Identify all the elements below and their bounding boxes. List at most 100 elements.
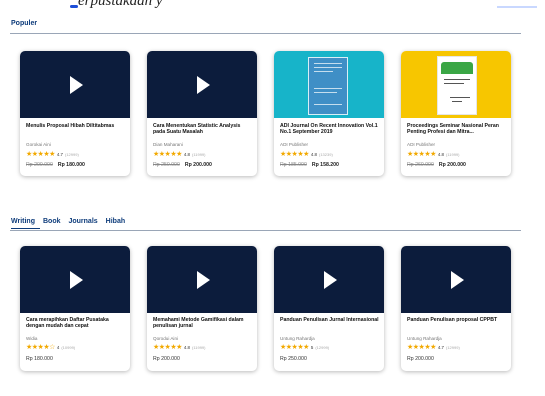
writing-card[interactable]: Panduan Penulisan Jurnal Internasional U… — [274, 246, 384, 371]
tab-book[interactable]: Book — [43, 218, 66, 229]
tab-journals[interactable]: Journals — [68, 218, 102, 229]
old-price: Rp 200.000 — [26, 162, 53, 168]
play-icon[interactable] — [70, 270, 83, 289]
rating-value: 4.7 — [56, 152, 63, 157]
review-count: (11999) — [192, 152, 206, 157]
writing-card[interactable]: Panduan Penulisan proposal CPPBT Untung … — [401, 246, 511, 371]
journal-thumbnail[interactable] — [274, 51, 384, 118]
current-price: Rp 200.000 — [184, 162, 212, 168]
author-name: ADI Publisher — [407, 142, 436, 147]
rating-value: 4 — [56, 345, 60, 350]
category-tabs: Writing Book Journals Hibah — [11, 218, 133, 229]
star-icons: ★★★★★ — [280, 151, 309, 158]
divider — [10, 230, 521, 231]
tab-hibah[interactable]: Hibah — [106, 218, 130, 229]
review-count: (11999) — [192, 345, 206, 350]
current-price: Rp 180.000 — [57, 162, 85, 168]
course-title: Proceedings Seminar Nasional Peran Penti… — [407, 123, 499, 135]
price: Rp 260.000 Rp 200.000 — [407, 162, 466, 168]
course-title: Cara merapihkan Daftar Pusataka dengan m… — [26, 317, 109, 329]
course-title: Menulis Proposal Hibah Diltitabmas — [26, 123, 115, 129]
author-name: Widia — [26, 336, 38, 341]
author-name: Qorodui Aini — [153, 336, 179, 341]
price: Rp 250.000 — [280, 356, 307, 362]
play-icon[interactable] — [324, 270, 337, 289]
top-right-bar — [497, 6, 537, 8]
writing-card[interactable]: Cara merapihkan Daftar Pusataka dengan m… — [20, 246, 130, 371]
star-icons: ★★★★★ — [280, 344, 309, 351]
rating: ★★★★★ 4.8 (13239) — [280, 151, 333, 158]
course-title: Cara Menentukan Statistic Analysis pada … — [153, 123, 241, 135]
popular-card[interactable]: Proceedings Seminar Nasional Peran Penti… — [401, 51, 511, 176]
author-name: Untung Rahardja — [280, 336, 315, 341]
current-price: Rp 250.000 — [280, 356, 307, 362]
rating: ★★★★★ 4.8 (11999) — [153, 344, 206, 351]
review-count: (13239) — [319, 152, 333, 157]
rating: ★★★★★ 4.7 (12999) — [407, 344, 460, 351]
top-text-fragment: erpustakaan y — [70, 0, 163, 10]
current-price: Rp 180.000 — [26, 356, 53, 362]
section-title-popular: Populer — [11, 20, 38, 27]
rating-value: 5 — [310, 345, 314, 350]
video-thumbnail[interactable] — [401, 246, 511, 313]
cursor-mark — [70, 5, 78, 8]
course-title: Memahami Metode Gamifikasi dalam penulis… — [153, 317, 244, 329]
price: Rp 185.000 Rp 158.200 — [280, 162, 339, 168]
current-price: Rp 158.200 — [311, 162, 339, 168]
rating: ★★★★★ 5 (12999) — [280, 344, 329, 351]
star-icons: ★★★★★ — [407, 344, 436, 351]
price: Rp 250.000 Rp 200.000 — [153, 162, 212, 168]
review-count: (12999) — [446, 345, 460, 350]
tab-writing[interactable]: Writing — [11, 218, 40, 229]
review-count: (10999) — [61, 345, 76, 350]
old-price: Rp 185.000 — [280, 162, 307, 168]
rating: ★★★★★ 4.8 (11999) — [407, 151, 460, 158]
review-count: (12999) — [315, 345, 330, 350]
price: Rp 200.000 — [153, 356, 180, 362]
popular-card[interactable]: Cara Menentukan Statistic Analysis pada … — [147, 51, 257, 176]
rating-value: 4.7 — [437, 345, 444, 350]
current-price: Rp 200.000 — [153, 356, 180, 362]
proceedings-cover-image — [437, 56, 477, 115]
rating: ★★★★★ 4.7 (12999) — [26, 151, 79, 158]
video-thumbnail[interactable] — [20, 246, 130, 313]
video-thumbnail[interactable] — [147, 51, 257, 118]
play-icon[interactable] — [70, 75, 83, 94]
author-name: Dian Maharani — [153, 142, 183, 147]
popular-card[interactable]: ADI Journal On Recent Innovation Vol.1 N… — [274, 51, 384, 176]
star-icons: ★★★★★ — [153, 344, 182, 351]
current-price: Rp 200.000 — [407, 356, 434, 362]
price: Rp 180.000 — [26, 356, 53, 362]
divider — [10, 33, 521, 34]
video-thumbnail[interactable] — [20, 51, 130, 118]
play-icon[interactable] — [197, 75, 210, 94]
star-icons: ★★★★★ — [153, 151, 182, 158]
star-icons: ★★★★★ — [26, 151, 55, 158]
rating: ★★★★☆ 4 (10999) — [26, 344, 75, 351]
old-price: Rp 250.000 — [153, 162, 180, 168]
price: Rp 200.000 — [407, 356, 434, 362]
popular-card[interactable]: Menulis Proposal Hibah Diltitabmas Gorok… — [20, 51, 130, 176]
course-title: Panduan Penulisan Jurnal Internasional — [280, 317, 379, 323]
rating-value: 4.8 — [437, 152, 444, 157]
old-price: Rp 260.000 — [407, 162, 434, 168]
course-title: Panduan Penulisan proposal CPPBT — [407, 317, 498, 323]
course-title: ADI Journal On Recent Innovation Vol.1 N… — [280, 123, 378, 135]
author-name: Untung Rahardja — [407, 336, 442, 341]
review-count: (12999) — [65, 152, 79, 157]
proceedings-thumbnail[interactable] — [401, 51, 511, 118]
video-thumbnail[interactable] — [274, 246, 384, 313]
author-name: Gorokai Aini — [26, 142, 51, 147]
rating-value: 4.8 — [310, 152, 317, 157]
play-icon[interactable] — [197, 270, 210, 289]
star-icons: ★★★★☆ — [26, 344, 55, 351]
writing-card[interactable]: Memahami Metode Gamifikasi dalam penulis… — [147, 246, 257, 371]
video-thumbnail[interactable] — [147, 246, 257, 313]
rating-value: 4.8 — [183, 345, 190, 350]
top-fragment-text: erpustakaan y — [78, 0, 163, 9]
review-count: (11999) — [446, 152, 460, 157]
rating: ★★★★★ 4.8 (11999) — [153, 151, 206, 158]
star-icons: ★★★★★ — [407, 151, 436, 158]
author-name: ADI Publisher — [280, 142, 309, 147]
play-icon[interactable] — [451, 270, 464, 289]
